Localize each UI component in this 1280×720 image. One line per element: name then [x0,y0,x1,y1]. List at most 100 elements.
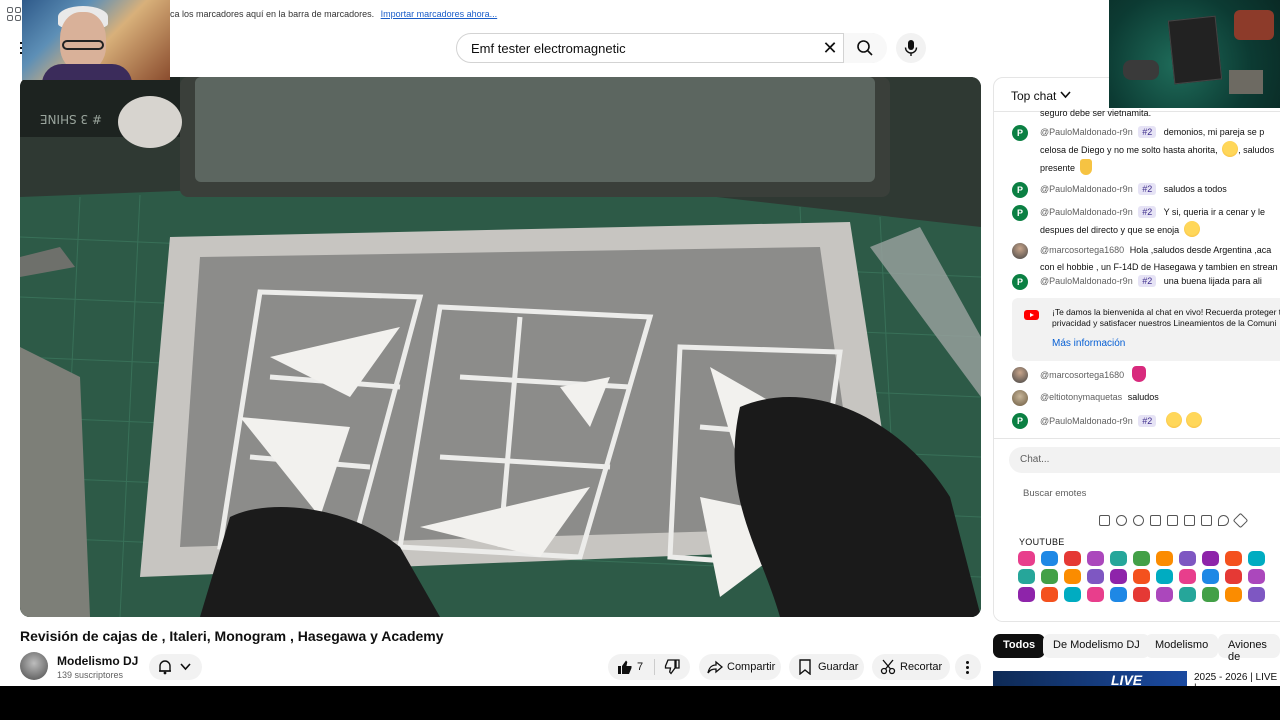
emote-icon[interactable] [1064,569,1081,584]
message-text: Hola ,saludos desde Argentina ,aca [1129,245,1272,255]
voice-search-button[interactable] [896,33,926,63]
search-icon [857,40,873,56]
channel-name[interactable]: Modelismo DJ [57,654,138,668]
chip-modelismo[interactable]: Modelismo [1145,634,1219,658]
save-button[interactable]: Guardar [789,654,864,680]
share-label: Compartir [727,661,776,673]
bookmarks-bar: ca los marcadores aquí en la barra de ma… [0,0,1280,28]
chip-from-channel[interactable]: De Modelismo DJ [1043,634,1150,658]
nature-category-icon[interactable] [1150,515,1161,526]
smiley-category-icon[interactable] [1116,515,1127,526]
emote-icon[interactable] [1041,551,1058,566]
video-player[interactable]: # 3 SHINE [20,77,981,617]
emote-icon[interactable] [1248,569,1265,584]
notifications-button[interactable] [149,654,202,680]
emote-icon[interactable] [1202,551,1219,566]
chip-aviones[interactable]: Aviones de [1218,634,1280,663]
emote-icon[interactable] [1225,551,1242,566]
symbols-category-icon[interactable] [1232,512,1249,529]
box-label: # 3 SHINE [40,112,102,126]
message-text: demonios, mi pareja se p [1163,127,1265,137]
emote-icon[interactable] [1064,551,1081,566]
emote-icon[interactable] [1087,551,1104,566]
microphone-icon [904,40,918,56]
author-name[interactable]: @PauloMaldonado-r9n [1040,276,1133,286]
member-badge: #2 [1138,206,1157,218]
recommended-thumbnail[interactable]: LIVE [993,671,1187,686]
channel-avatar[interactable] [20,652,48,680]
emote-icon[interactable] [1064,587,1081,602]
emote-icon[interactable] [1202,569,1219,584]
author-avatar [1012,243,1028,259]
food-category-icon[interactable] [1167,515,1178,526]
emote-search-input[interactable]: Buscar emotes [1009,481,1280,505]
travel-category-icon[interactable] [1184,515,1195,526]
emote-icon[interactable] [1225,587,1242,602]
chat-input[interactable]: Chat... [1009,447,1280,473]
emote-icon[interactable] [1110,551,1127,566]
place-category-icon[interactable] [1218,515,1229,526]
author-name[interactable]: @marcosortega1680 [1040,245,1124,255]
message-text: con el hobbie , un F-14D de Hasegawa y t… [1040,262,1278,272]
emote-icon[interactable] [1087,587,1104,602]
share-icon [707,660,723,674]
import-bookmarks-link[interactable]: Importar marcadores ahora... [381,9,498,19]
author-name[interactable]: @PauloMaldonado-r9n [1040,416,1133,426]
youtube-logo-icon [1024,310,1039,320]
emote-icon[interactable] [1179,587,1196,602]
people-category-icon[interactable] [1133,515,1144,526]
activities-category-icon[interactable] [1201,515,1212,526]
learn-more-link[interactable]: Más información [1052,338,1125,349]
message-text: una buena lijada para ali [1163,276,1262,286]
subscriber-count: 139 suscriptores [57,670,124,680]
clip-button[interactable]: Recortar [872,654,950,680]
bookmarks-prompt: ca los marcadores aquí en la barra de ma… [170,9,375,19]
emote-icon[interactable] [1133,551,1150,566]
author-name[interactable]: @PauloMaldonado-r9n [1040,184,1133,194]
author-name[interactable]: @PauloMaldonado-r9n [1040,207,1133,217]
emote-icon[interactable] [1225,569,1242,584]
author-name[interactable]: @eltiotonymaquetas [1040,392,1122,402]
emote-icon[interactable] [1156,569,1173,584]
author-name[interactable]: @PauloMaldonado-r9n [1040,127,1133,137]
recommended-title[interactable]: 2025 - 2026 | LIVE | [1194,672,1280,686]
waving-hand-emote-icon [1131,366,1146,382]
chip-all[interactable]: Todos [993,634,1046,658]
member-badge: #2 [1138,275,1157,287]
search-button[interactable] [843,33,887,63]
emote-icon[interactable] [1041,587,1058,602]
emote-icon[interactable] [1018,569,1035,584]
emote-icon[interactable] [1110,587,1127,602]
more-actions-button[interactable] [955,654,981,680]
share-button[interactable]: Compartir [699,654,781,680]
emote-icon[interactable] [1110,569,1127,584]
emote-icon[interactable] [1156,551,1173,566]
chat-message: P @PauloMaldonado-r9n #2 Y si, queria ir… [1012,204,1280,239]
clear-search-icon[interactable]: ✕ [822,39,838,57]
emote-icon[interactable] [1133,569,1150,584]
emote-icon[interactable] [1087,569,1104,584]
member-badge: #2 [1138,126,1157,138]
webcam-overlay-streamer [22,0,170,80]
emote-icon[interactable] [1018,551,1035,566]
dislike-icon[interactable] [664,659,680,675]
emote-icon[interactable] [1202,587,1219,602]
emote-icon[interactable] [1018,587,1035,602]
apps-grid-icon[interactable] [7,7,21,21]
emote-section-label: YOUTUBE [1019,537,1065,547]
emote-icon[interactable] [1248,587,1265,602]
search-input[interactable]: Emf tester electromagnetic [471,41,626,56]
author-avatar: P [1012,182,1028,198]
member-badge: #2 [1138,415,1157,427]
emote-icon[interactable] [1133,587,1150,602]
emote-icon[interactable] [1179,551,1196,566]
emote-icon[interactable] [1041,569,1058,584]
emote-icon[interactable] [1179,569,1196,584]
clip-label: Recortar [900,661,943,673]
chat-message: P @PauloMaldonado-r9n #2 una buena lijad… [1012,273,1280,290]
like-icon[interactable] [617,659,633,675]
author-name[interactable]: @marcosortega1680 [1040,370,1124,380]
emote-icon[interactable] [1156,587,1173,602]
youtube-category-icon[interactable] [1099,515,1110,526]
emote-icon[interactable] [1248,551,1265,566]
